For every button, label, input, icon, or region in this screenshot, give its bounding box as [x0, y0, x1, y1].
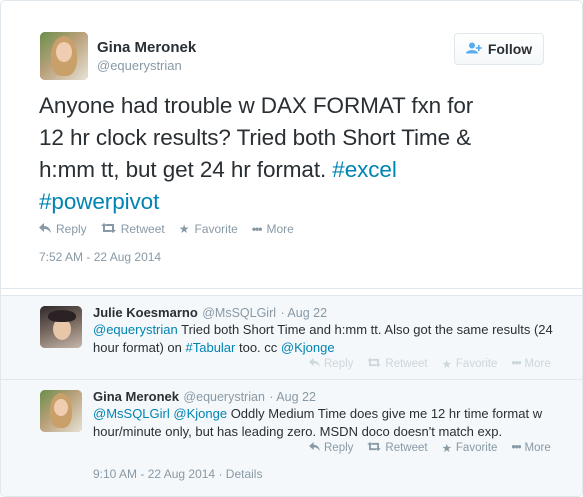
- divider: [1, 379, 582, 380]
- reply-text: @equerystrian Tried both Short Time and …: [93, 322, 553, 355]
- reply-author-handle[interactable]: @MsSQLGirl: [202, 306, 276, 320]
- reply-actions: Reply Retweet ★ Favorite ••• More: [309, 441, 565, 455]
- favorite-button[interactable]: ★ Favorite: [179, 222, 238, 236]
- tweet-line-1: Anyone had trouble w DAX FORMAT fxn for: [39, 93, 474, 118]
- tweet-line-3: h:mm tt, but get 24 hr format. #excel: [39, 157, 397, 182]
- hashtag-tabular[interactable]: #Tabular: [186, 340, 236, 355]
- reply-author-handle[interactable]: @equerystrian: [183, 390, 264, 404]
- follow-label: Follow: [487, 41, 533, 57]
- author-avatar[interactable]: [40, 32, 88, 80]
- mention-link[interactable]: @equerystrian: [93, 322, 178, 337]
- mention-link[interactable]: @Kjonge: [173, 406, 227, 421]
- favorite-button[interactable]: ★ Favorite: [442, 357, 498, 371]
- favorite-button[interactable]: ★ Favorite: [442, 441, 498, 455]
- reply-actions: Reply Retweet ★ Favorite ••• More: [309, 357, 565, 371]
- reply-icon: [39, 222, 51, 236]
- retweet-icon: [367, 442, 382, 454]
- follow-button[interactable]: Follow: [454, 33, 544, 65]
- reply-author-name[interactable]: Julie Koesmarno: [93, 305, 198, 320]
- reply-avatar[interactable]: [40, 390, 82, 432]
- mention-link[interactable]: @MsSQLGirl: [93, 406, 170, 421]
- hashtag-powerpivot[interactable]: #powerpivot: [39, 189, 159, 214]
- mention-link[interactable]: @Kjonge: [281, 340, 335, 355]
- reply-timestamp[interactable]: 9:10 AM - 22 Aug 2014: [93, 467, 215, 481]
- reply-icon: [309, 358, 320, 370]
- retweet-icon: [100, 222, 116, 236]
- retweet-icon: [367, 358, 382, 370]
- retweet-button[interactable]: Retweet: [367, 442, 428, 454]
- divider: [1, 288, 582, 289]
- reply-footer: 9:10 AM - 22 Aug 2014 · Details: [93, 467, 262, 481]
- reply-author-name[interactable]: Gina Meronek: [93, 389, 179, 404]
- more-dots-icon: •••: [511, 358, 521, 370]
- reply-date[interactable]: · Aug 22: [269, 390, 316, 404]
- tweet-actions: Reply Retweet ★ Favorite ••• More: [39, 222, 308, 236]
- divider: [1, 295, 582, 296]
- more-dots-icon: •••: [511, 442, 521, 454]
- add-user-icon: [465, 42, 482, 57]
- hashtag-excel[interactable]: #excel: [332, 157, 397, 182]
- reply-header: Julie Koesmarno @MsSQLGirl · Aug 22: [93, 304, 327, 322]
- reply-button[interactable]: Reply: [309, 358, 353, 370]
- tweet-card: Gina Meronek @equerystrian Follow Anyone…: [0, 0, 583, 497]
- author-handle[interactable]: @equerystrian: [97, 58, 182, 73]
- details-link[interactable]: Details: [226, 467, 263, 481]
- tweet-timestamp[interactable]: 7:52 AM - 22 Aug 2014: [39, 250, 161, 264]
- tweet-line-2: 12 hr clock results? Tried both Short Ti…: [39, 125, 472, 150]
- author-name[interactable]: Gina Meronek: [97, 39, 196, 56]
- retweet-button[interactable]: Retweet: [100, 222, 165, 236]
- reply-button[interactable]: Reply: [309, 442, 353, 454]
- reply-date[interactable]: · Aug 22: [280, 306, 327, 320]
- reply-header: Gina Meronek @equerystrian · Aug 22: [93, 388, 316, 406]
- star-icon: ★: [441, 443, 452, 455]
- more-button[interactable]: ••• More: [252, 222, 294, 236]
- reply-avatar[interactable]: [40, 306, 82, 348]
- tweet-text: Anyone had trouble w DAX FORMAT fxn for …: [39, 90, 579, 218]
- star-icon: ★: [441, 359, 452, 371]
- reply-text: @MsSQLGirl @Kjonge Oddly Medium Time doe…: [93, 406, 543, 439]
- more-button[interactable]: ••• More: [511, 358, 550, 370]
- separator-dot: ·: [218, 467, 226, 481]
- more-button[interactable]: ••• More: [511, 442, 550, 454]
- reply-icon: [309, 442, 320, 454]
- more-dots-icon: •••: [251, 222, 263, 236]
- star-icon: ★: [178, 222, 190, 236]
- reply-button[interactable]: Reply: [39, 222, 87, 236]
- retweet-button[interactable]: Retweet: [367, 358, 428, 370]
